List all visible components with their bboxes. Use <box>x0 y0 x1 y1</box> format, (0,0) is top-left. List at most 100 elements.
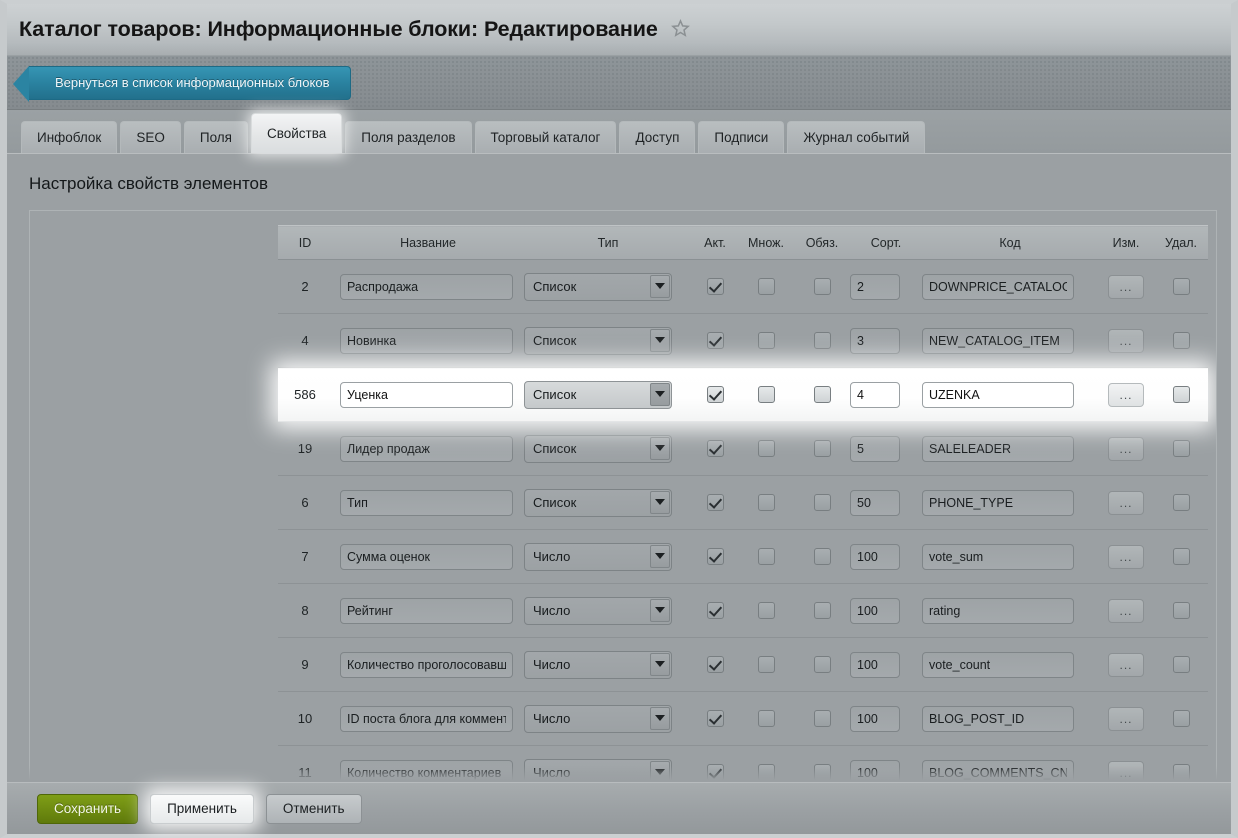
chevron-down-icon[interactable] <box>650 652 670 676</box>
sort-input[interactable] <box>850 597 900 624</box>
sort-input[interactable] <box>850 705 900 732</box>
multiple-checkbox[interactable] <box>757 278 775 296</box>
multiple-checkbox[interactable] <box>757 656 775 674</box>
required-checkbox[interactable] <box>813 332 831 350</box>
code-input[interactable] <box>922 327 1074 354</box>
sort-input[interactable] <box>850 543 900 570</box>
edit-more-button[interactable]: ... <box>1108 598 1144 623</box>
tab-1[interactable]: SEO <box>120 121 181 153</box>
edit-more-button[interactable]: ... <box>1108 328 1144 353</box>
code-input[interactable] <box>922 489 1074 516</box>
delete-checkbox[interactable] <box>1172 764 1190 782</box>
required-checkbox[interactable] <box>813 656 831 674</box>
edit-more-button[interactable]: ... <box>1108 382 1144 407</box>
multiple-checkbox[interactable] <box>757 494 775 512</box>
code-input[interactable] <box>922 543 1074 570</box>
multiple-checkbox[interactable] <box>757 710 775 728</box>
delete-checkbox[interactable] <box>1172 440 1190 458</box>
sort-input[interactable] <box>850 273 900 300</box>
property-name-input[interactable] <box>340 597 513 624</box>
code-input[interactable] <box>922 435 1074 462</box>
delete-checkbox[interactable] <box>1172 278 1190 296</box>
required-checkbox[interactable] <box>813 602 831 620</box>
property-type-select[interactable]: Список <box>524 434 672 463</box>
tab-6[interactable]: Доступ <box>619 121 696 153</box>
property-name-input[interactable] <box>340 435 513 462</box>
required-checkbox[interactable] <box>813 710 831 728</box>
delete-checkbox[interactable] <box>1172 656 1190 674</box>
delete-checkbox[interactable] <box>1172 332 1190 350</box>
multiple-checkbox[interactable] <box>757 764 775 782</box>
required-checkbox[interactable] <box>813 548 831 566</box>
star-icon[interactable] <box>670 18 690 43</box>
edit-more-button[interactable]: ... <box>1108 436 1144 461</box>
required-checkbox[interactable] <box>813 278 831 296</box>
cancel-button[interactable]: Отменить <box>265 793 362 824</box>
delete-checkbox[interactable] <box>1172 602 1190 620</box>
multiple-checkbox[interactable] <box>757 440 775 458</box>
active-checkbox[interactable] <box>706 494 724 512</box>
property-name-input[interactable] <box>340 381 513 408</box>
required-checkbox[interactable] <box>813 386 831 404</box>
property-type-select[interactable]: Список <box>524 380 672 409</box>
edit-more-button[interactable]: ... <box>1108 760 1144 785</box>
chevron-down-icon[interactable] <box>650 706 670 730</box>
active-checkbox[interactable] <box>706 332 724 350</box>
chevron-down-icon[interactable] <box>650 382 670 406</box>
active-checkbox[interactable] <box>706 440 724 458</box>
property-name-input[interactable] <box>340 489 513 516</box>
property-name-input[interactable] <box>340 327 513 354</box>
tab-7[interactable]: Подписи <box>698 121 785 153</box>
chevron-down-icon[interactable] <box>650 760 670 784</box>
property-type-select[interactable]: Список <box>524 272 672 301</box>
edit-more-button[interactable]: ... <box>1108 544 1144 569</box>
apply-button[interactable]: Применить <box>150 793 254 824</box>
multiple-checkbox[interactable] <box>757 548 775 566</box>
required-checkbox[interactable] <box>813 764 831 782</box>
property-name-input[interactable] <box>340 705 513 732</box>
sort-input[interactable] <box>850 489 900 516</box>
delete-checkbox[interactable] <box>1172 386 1190 404</box>
property-type-select[interactable]: Число <box>524 650 672 679</box>
required-checkbox[interactable] <box>813 440 831 458</box>
code-input[interactable] <box>922 381 1074 408</box>
property-name-input[interactable] <box>340 543 513 570</box>
property-name-input[interactable] <box>340 651 513 678</box>
active-checkbox[interactable] <box>706 602 724 620</box>
tab-3[interactable]: Свойства <box>250 113 343 153</box>
chevron-down-icon[interactable] <box>650 274 670 298</box>
property-type-select[interactable]: Число <box>524 596 672 625</box>
property-type-select[interactable]: Число <box>524 704 672 733</box>
edit-more-button[interactable]: ... <box>1108 490 1144 515</box>
save-button[interactable]: Сохранить <box>37 793 139 824</box>
active-checkbox[interactable] <box>706 386 724 404</box>
code-input[interactable] <box>922 651 1074 678</box>
active-checkbox[interactable] <box>706 710 724 728</box>
tab-8[interactable]: Журнал событий <box>787 121 926 153</box>
tab-2[interactable]: Поля <box>183 121 248 153</box>
sort-input[interactable] <box>850 327 900 354</box>
property-name-input[interactable] <box>340 273 513 300</box>
active-checkbox[interactable] <box>706 548 724 566</box>
required-checkbox[interactable] <box>813 494 831 512</box>
chevron-down-icon[interactable] <box>650 544 670 568</box>
delete-checkbox[interactable] <box>1172 710 1190 728</box>
property-type-select[interactable]: Список <box>524 488 672 517</box>
edit-more-button[interactable]: ... <box>1108 706 1144 731</box>
active-checkbox[interactable] <box>706 764 724 782</box>
code-input[interactable] <box>922 705 1074 732</box>
chevron-down-icon[interactable] <box>650 490 670 514</box>
back-to-list-button[interactable]: Вернуться в список информационных блоков <box>13 65 351 102</box>
edit-more-button[interactable]: ... <box>1108 652 1144 677</box>
multiple-checkbox[interactable] <box>757 602 775 620</box>
sort-input[interactable] <box>850 381 900 408</box>
tab-0[interactable]: Инфоблок <box>21 121 118 153</box>
property-type-select[interactable]: Число <box>524 542 672 571</box>
property-type-select[interactable]: Список <box>524 326 672 355</box>
code-input[interactable] <box>922 597 1074 624</box>
sort-input[interactable] <box>850 435 900 462</box>
active-checkbox[interactable] <box>706 656 724 674</box>
tab-5[interactable]: Торговый каталог <box>474 121 617 153</box>
sort-input[interactable] <box>850 651 900 678</box>
multiple-checkbox[interactable] <box>757 386 775 404</box>
